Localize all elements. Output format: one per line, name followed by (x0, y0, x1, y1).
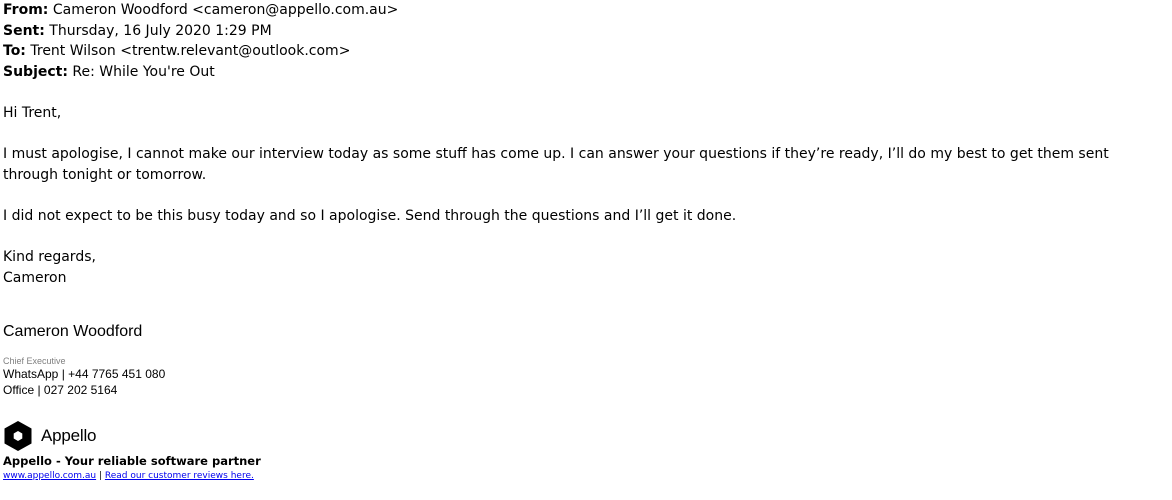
signature-name: Cameron Woodford (3, 323, 143, 340)
to-value: Trent Wilson <trentw.relevant@outlook.co… (30, 43, 351, 60)
to-line: To: Trent Wilson <trentw.relevant@outloo… (3, 41, 1163, 62)
body-paragraph-2: I did not expect to be this busy today a… (3, 207, 737, 224)
from-label: From: (3, 2, 49, 18)
link-separator: | (98, 471, 103, 481)
greeting: Hi Trent, (3, 104, 62, 121)
sent-line: Sent: Thursday, 16 July 2020 1:29 PM (3, 21, 1163, 42)
sender-first-name: Cameron (3, 269, 67, 286)
brand-tagline: Appello - Your reliable software partner (3, 454, 261, 468)
sent-value: Thursday, 16 July 2020 1:29 PM (49, 22, 272, 39)
signature-whatsapp: WhatsApp | +44 7765 451 080 (3, 367, 166, 381)
from-value: Cameron Woodford <cameron@appello.com.au… (52, 2, 399, 18)
hexagon-logo-icon (4, 421, 32, 451)
email-signature: Cameron Woodford Chief Executive WhatsAp… (3, 322, 603, 398)
from-line: From: Cameron Woodford <cameron@appello.… (3, 0, 1163, 21)
to-label: To: (3, 43, 26, 60)
subject-label: Subject: (3, 63, 68, 80)
website-link[interactable]: www.appello.com.au (3, 471, 96, 481)
brand-name: Appello (41, 426, 97, 445)
sent-label: Sent: (3, 22, 45, 39)
reviews-link[interactable]: Read our customer reviews here. (105, 471, 254, 481)
subject-line: Subject: Re: While You're Out (3, 62, 1163, 83)
signature-links: www.appello.com.au | Read our customer r… (3, 470, 254, 482)
closing: Kind regards, (3, 249, 96, 266)
email-message: From: Cameron Woodford <cameron@appello.… (3, 0, 1163, 288)
signature-role: Chief Executive (3, 356, 66, 366)
brand-logo: Appello (3, 420, 97, 452)
subject-value: Re: While You're Out (72, 63, 215, 80)
signature-office: Office | 027 202 5164 (3, 382, 118, 397)
body-paragraph-1: I must apologise, I cannot make our inte… (3, 146, 1109, 183)
